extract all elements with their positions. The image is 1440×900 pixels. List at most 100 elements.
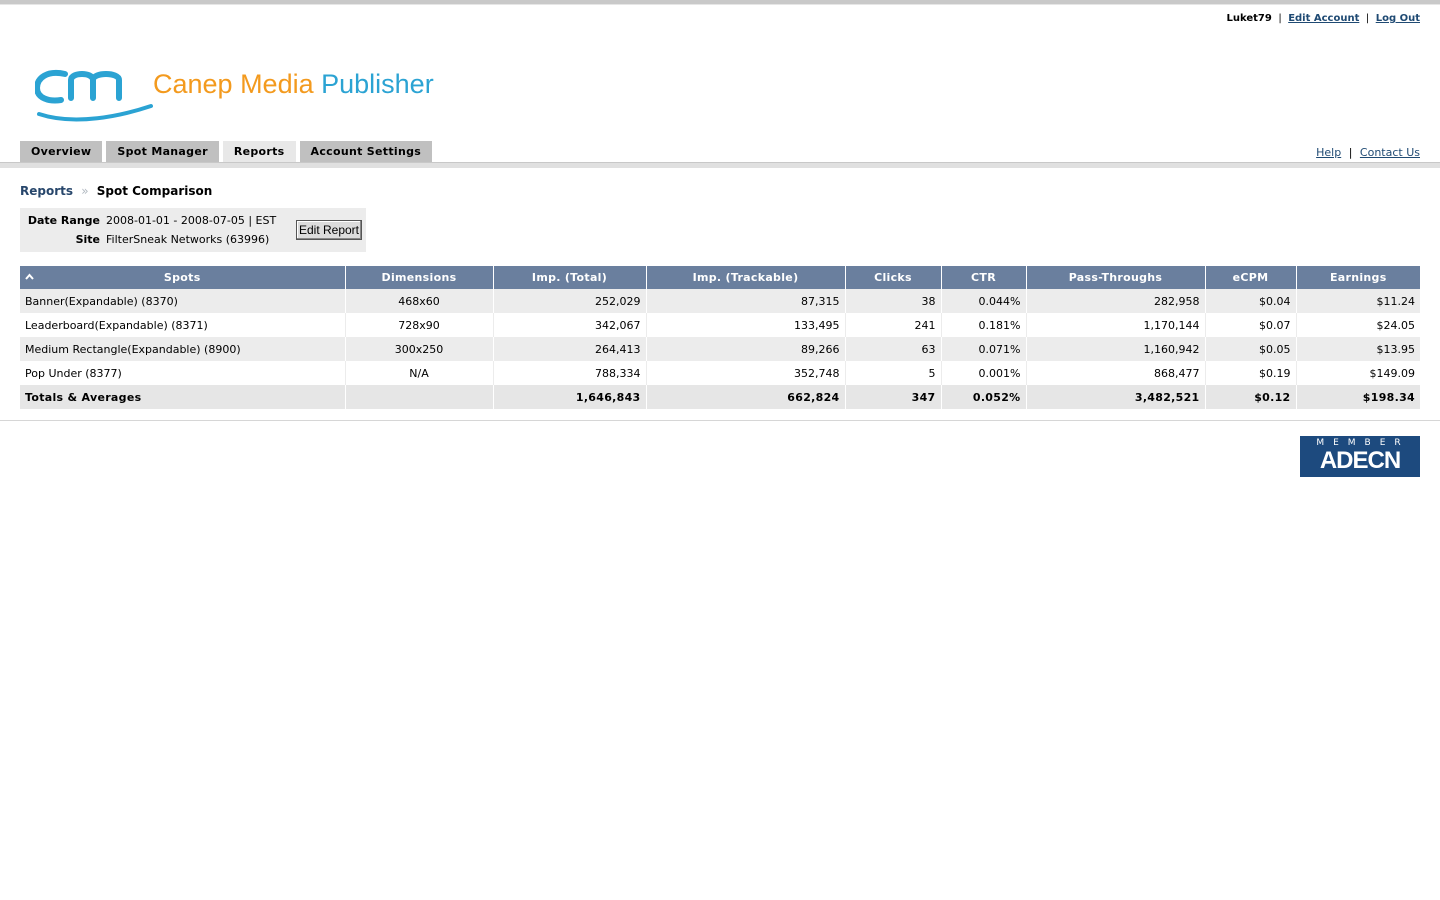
cell-ecpm: $0.07: [1204, 313, 1296, 337]
cell-ctr: 0.052%: [940, 385, 1026, 409]
cell-ctr: 0.001%: [940, 361, 1026, 385]
cell-dimensions: 468x60: [344, 289, 493, 313]
cell-spot: Banner(Expandable) (8370): [20, 289, 345, 313]
column-header-imp-trackable[interactable]: Imp. (Trackable): [645, 266, 845, 289]
adecn-member-badge[interactable]: MEMBER ADECN: [1300, 436, 1420, 477]
cell-imp-trackable: 89,266: [645, 337, 845, 361]
date-range-label: Date Range: [27, 214, 100, 227]
cell-earnings: $198.34: [1295, 385, 1420, 409]
help-links: Help | Contact Us: [1316, 146, 1420, 159]
cell-imp-trackable: 662,824: [645, 385, 845, 409]
badge-name: ADECN: [1319, 447, 1401, 474]
column-header-pass-throughs[interactable]: Pass-Throughs: [1025, 266, 1205, 289]
column-header-spots[interactable]: Spots: [20, 266, 345, 289]
cell-pass-throughs: 1,170,144: [1025, 313, 1205, 337]
brand-word-1: Canep Media: [153, 69, 314, 99]
edit-account-link[interactable]: Edit Account: [1288, 13, 1359, 24]
tab-overview[interactable]: Overview: [20, 141, 103, 163]
totals-row: Totals & Averages 1,646,843 662,824 347 …: [20, 385, 1420, 409]
cell-pass-throughs: 282,958: [1025, 289, 1205, 313]
contact-us-link[interactable]: Contact Us: [1360, 146, 1420, 159]
page-title: Spot Comparison: [96, 184, 213, 198]
column-header-clicks[interactable]: Clicks: [844, 266, 941, 289]
cell-ecpm: $0.19: [1204, 361, 1296, 385]
cell-clicks: 241: [844, 313, 941, 337]
cell-pass-throughs: 868,477: [1025, 361, 1205, 385]
cell-dimensions: 728x90: [344, 313, 493, 337]
cell-pass-throughs: 1,160,942: [1025, 337, 1205, 361]
table-row: Leaderboard(Expandable) (8371) 728x90 34…: [20, 313, 1420, 337]
logout-link[interactable]: Log Out: [1376, 13, 1420, 24]
cell-clicks: 5: [844, 361, 941, 385]
site-label: Site: [75, 233, 100, 246]
sort-ascending-icon[interactable]: [25, 273, 34, 280]
cell-imp-trackable: 352,748: [645, 361, 845, 385]
cell-clicks: 63: [844, 337, 941, 361]
site-logo[interactable]: Canep Media Publisher: [33, 64, 455, 128]
brand-name: Canep Media Publisher: [153, 69, 434, 100]
top-border: [0, 0, 1440, 5]
cell-earnings: $11.24: [1295, 289, 1420, 313]
cell-dimensions: [344, 385, 493, 409]
cell-clicks: 38: [844, 289, 941, 313]
cell-imp-total: 788,334: [492, 361, 646, 385]
cell-earnings: $13.95: [1295, 337, 1420, 361]
cell-ecpm: $0.04: [1204, 289, 1296, 313]
nav-divider: [0, 162, 1440, 168]
user-bar: Luket79 | Edit Account | Log Out: [1226, 13, 1420, 24]
cell-earnings: $149.09: [1295, 361, 1420, 385]
separator: |: [1365, 13, 1370, 24]
cell-imp-total: 252,029: [492, 289, 646, 313]
column-header-imp-total[interactable]: Imp. (Total): [492, 266, 646, 289]
edit-report-button[interactable]: Edit Report: [296, 220, 362, 240]
cell-imp-trackable: 133,495: [645, 313, 845, 337]
table-row: Pop Under (8377) N/A 788,334 352,748 5 0…: [20, 361, 1420, 385]
breadcrumb: Reports » Spot Comparison: [20, 184, 212, 198]
date-range-value: 2008-01-01 - 2008-07-05 | EST: [106, 214, 277, 227]
cell-ctr: 0.071%: [940, 337, 1026, 361]
main-nav: Overview Spot Manager Reports Account Se…: [20, 141, 436, 163]
footer-divider: [0, 420, 1440, 421]
cell-dimensions: N/A: [344, 361, 493, 385]
cell-earnings: $24.05: [1295, 313, 1420, 337]
separator: |: [1348, 146, 1353, 159]
cell-ecpm: $0.12: [1204, 385, 1296, 409]
tab-account-settings[interactable]: Account Settings: [299, 141, 433, 163]
username: Luket79: [1226, 13, 1272, 24]
column-header-label: Spots: [163, 271, 201, 284]
cell-ecpm: $0.05: [1204, 337, 1296, 361]
report-parameters: Date Range 2008-01-01 - 2008-07-05 | EST …: [20, 208, 366, 252]
cell-imp-total: 264,413: [492, 337, 646, 361]
breadcrumb-reports-link[interactable]: Reports: [20, 184, 73, 198]
cell-clicks: 347: [844, 385, 941, 409]
date-range-row: Date Range 2008-01-01 - 2008-07-05 | EST: [20, 214, 276, 227]
brand-word-2: Publisher: [321, 69, 434, 99]
spot-comparison-table: Spots Dimensions Imp. (Total) Imp. (Trac…: [20, 266, 1420, 409]
column-header-ctr[interactable]: CTR: [940, 266, 1026, 289]
separator: |: [1278, 13, 1282, 24]
cell-imp-total: 1,646,843: [492, 385, 646, 409]
site-value: FilterSneak Networks (63996): [106, 233, 270, 246]
column-header-ecpm[interactable]: eCPM: [1204, 266, 1296, 289]
cell-totals-label: Totals & Averages: [20, 385, 345, 409]
table-row: Banner(Expandable) (8370) 468x60 252,029…: [20, 289, 1420, 313]
cell-imp-trackable: 87,315: [645, 289, 845, 313]
cell-imp-total: 342,067: [492, 313, 646, 337]
cm-logo-icon: [33, 70, 153, 122]
cell-spot: Pop Under (8377): [20, 361, 345, 385]
cell-spot: Leaderboard(Expandable) (8371): [20, 313, 345, 337]
breadcrumb-arrow-icon: »: [81, 184, 89, 198]
help-link[interactable]: Help: [1316, 146, 1341, 159]
cell-pass-throughs: 3,482,521: [1025, 385, 1205, 409]
cell-dimensions: 300x250: [344, 337, 493, 361]
cell-ctr: 0.181%: [940, 313, 1026, 337]
table-row: Medium Rectangle(Expandable) (8900) 300x…: [20, 337, 1420, 361]
site-row: Site FilterSneak Networks (63996): [20, 233, 270, 246]
column-header-dimensions[interactable]: Dimensions: [344, 266, 493, 289]
cell-ctr: 0.044%: [940, 289, 1026, 313]
tab-reports[interactable]: Reports: [222, 141, 296, 163]
table-header-row: Spots Dimensions Imp. (Total) Imp. (Trac…: [20, 266, 1420, 289]
column-header-earnings[interactable]: Earnings: [1295, 266, 1420, 289]
cell-spot: Medium Rectangle(Expandable) (8900): [20, 337, 345, 361]
tab-spot-manager[interactable]: Spot Manager: [106, 141, 219, 163]
